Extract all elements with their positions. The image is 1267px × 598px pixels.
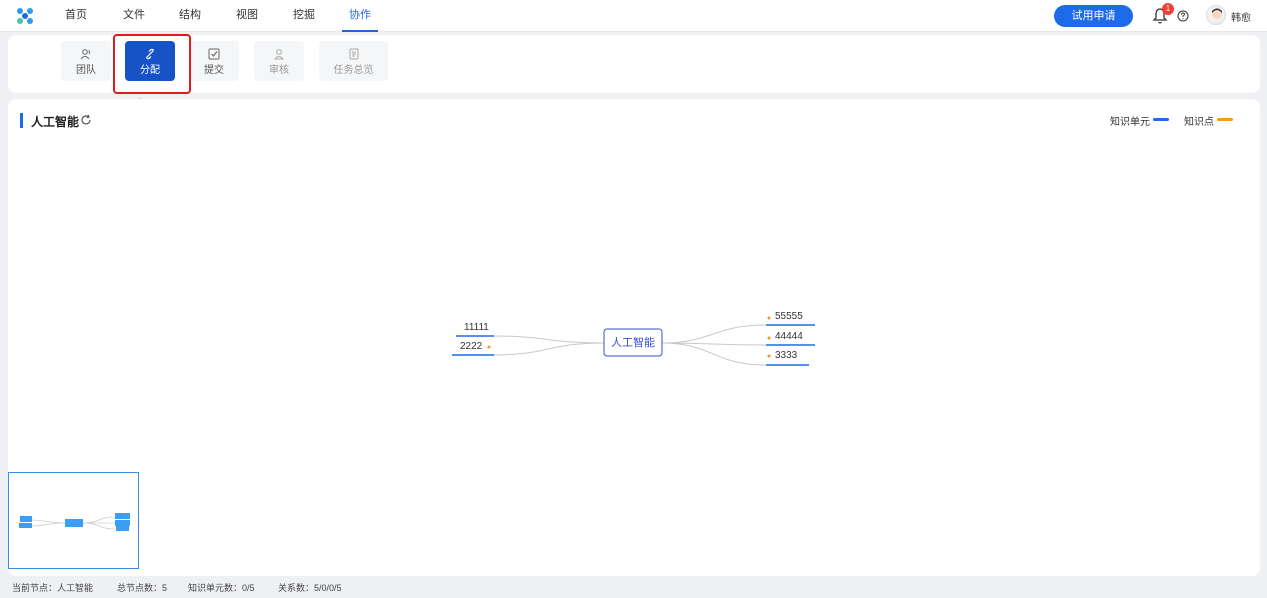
nav-collaboration[interactable]: 协作 — [342, 0, 378, 32]
edge-11111 — [493, 335, 605, 344]
edge-3333 — [661, 342, 767, 366]
root-node[interactable]: 人工智能 — [603, 328, 663, 357]
nav-view[interactable]: 视图 — [233, 0, 261, 32]
app-logo[interactable] — [16, 7, 34, 25]
user-avatar[interactable] — [1206, 5, 1226, 25]
document-icon — [319, 41, 388, 61]
review-button[interactable]: 审核 — [254, 41, 304, 81]
help-icon[interactable] — [1177, 10, 1189, 22]
edge-55555 — [661, 324, 767, 344]
team-icon — [61, 41, 111, 61]
svg-text:2222: 2222 — [460, 341, 483, 352]
submit-button[interactable]: 提交 — [189, 41, 239, 81]
edge-2222 — [493, 342, 605, 356]
status-bar: 当前节点：人工智能 总节点数：5 知识单元数：0/5 关系数：5/0/0/5 — [0, 578, 1267, 598]
node-44444[interactable]: 44444 — [766, 331, 815, 346]
svg-text:人工智能: 人工智能 — [611, 335, 655, 349]
review-label: 审核 — [269, 65, 289, 76]
status-relations: 关系数：5/0/0/5 — [278, 583, 342, 593]
nav-file[interactable]: 文件 — [120, 0, 148, 32]
task-overview-label: 任务总览 — [333, 65, 374, 76]
svg-text:3333: 3333 — [775, 350, 798, 361]
node-2222[interactable]: 2222 — [452, 341, 494, 356]
mindmap-graph: 人工智能 11111 2222 55555 44444 3333 — [452, 311, 815, 366]
nav-structure[interactable]: 结构 — [176, 0, 204, 32]
minimap[interactable] — [8, 472, 139, 569]
submit-label: 提交 — [204, 65, 224, 76]
status-current-node: 当前节点：人工智能 — [12, 583, 94, 593]
minimap-preview — [19, 513, 130, 531]
node-3333[interactable]: 3333 — [766, 350, 809, 366]
username[interactable]: 韩愈 — [1231, 9, 1251, 24]
team-label: 团队 — [76, 65, 96, 76]
nav-home[interactable]: 首页 — [62, 0, 90, 32]
status-knowledge-units: 知识单元数：0/5 — [188, 583, 255, 593]
mindmap-canvas[interactable]: 人工智能 知识单元 知识点 人工智能 11111 2222 55555 4444… — [8, 99, 1260, 576]
node-55555[interactable]: 55555 — [766, 311, 815, 326]
reviewer-icon — [254, 41, 304, 61]
top-navigation-bar: 首页 文件 结构 视图 挖掘 协作 试用申请 1 韩愈 — [0, 0, 1267, 32]
team-button[interactable]: 团队 — [61, 41, 111, 81]
nav-mining[interactable]: 挖掘 — [290, 0, 318, 32]
svg-text:11111: 11111 — [464, 322, 489, 333]
node-11111[interactable]: 11111 — [456, 322, 494, 337]
svg-text:55555: 55555 — [775, 311, 803, 322]
trial-apply-button[interactable]: 试用申请 — [1054, 5, 1133, 27]
status-total-nodes: 总节点数：5 — [117, 583, 168, 593]
notification-badge: 1 — [1162, 3, 1174, 15]
task-overview-button[interactable]: 任务总览 — [319, 41, 388, 81]
collaboration-toolbar: 团队 分配 提交 审核 任务总览 — [8, 35, 1260, 93]
svg-text:44444: 44444 — [775, 331, 803, 342]
annotation-highlight-box — [113, 34, 191, 94]
avatar-icon — [1212, 8, 1222, 24]
checkbox-icon — [189, 41, 239, 61]
